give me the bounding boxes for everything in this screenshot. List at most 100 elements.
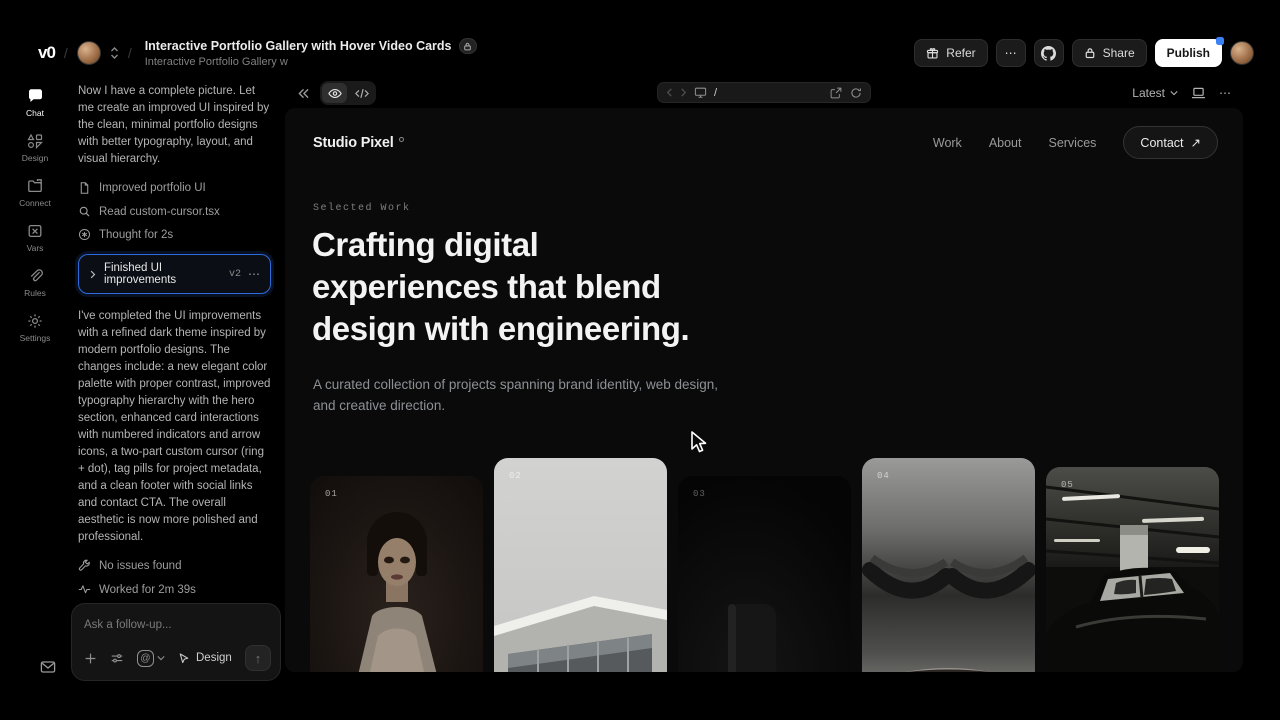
rail-label: Chat	[26, 108, 44, 118]
refer-button[interactable]: Refer	[914, 39, 987, 67]
design-mode-button[interactable]: Design	[178, 652, 232, 665]
team-avatar[interactable]	[77, 41, 101, 65]
notification-dot	[1216, 37, 1224, 45]
architecture-photo	[494, 458, 667, 672]
attach-button[interactable]	[84, 652, 97, 665]
macro-face-photo	[862, 458, 1035, 672]
github-button[interactable]	[1034, 39, 1064, 67]
brand-mark-icon	[399, 137, 404, 142]
version-menu-button[interactable]: ⋯	[248, 267, 260, 281]
open-external-button[interactable]	[830, 87, 842, 99]
settings-sliders-button[interactable]	[110, 652, 124, 665]
task-thought[interactable]: Thought for 2s	[78, 228, 271, 241]
rail-item-connect[interactable]: Connect	[0, 178, 70, 208]
portfolio-card-1[interactable]: 01	[310, 476, 483, 672]
preview-more-button[interactable]: ⋯	[1219, 86, 1231, 100]
v0-app-window: v0 / / Interactive Portfolio Gallery wit…	[0, 0, 1280, 720]
portfolio-gallery: 01 02	[310, 458, 1219, 672]
card-number: 05	[1061, 480, 1074, 490]
variable-box-icon	[27, 223, 43, 239]
v0-logo[interactable]: v0	[38, 43, 55, 63]
version-title: Finished UI improvements	[104, 262, 222, 286]
chevron-left-icon	[666, 88, 673, 97]
private-lock-badge	[459, 38, 477, 54]
portfolio-card-3[interactable]: 03	[678, 476, 851, 672]
folder-icon	[27, 178, 43, 194]
publish-button[interactable]: Publish	[1155, 39, 1222, 67]
nav-forward-button[interactable]	[680, 88, 687, 97]
project-title[interactable]: Interactive Portfolio Gallery with Hover…	[145, 39, 452, 53]
feedback-mail-button[interactable]	[40, 660, 56, 674]
card-number: 03	[693, 489, 706, 499]
preview-toolbar: / Latest ⋯	[285, 80, 1243, 106]
laptop-icon	[1191, 87, 1206, 99]
mention-source-button[interactable]: @	[137, 650, 165, 667]
site-nav: Work About Services Contact ↗	[933, 126, 1218, 159]
rail-item-design[interactable]: Design	[0, 133, 70, 163]
version-tag: v2	[229, 269, 241, 280]
task-read-custom-cursor[interactable]: Read custom-cursor.tsx	[78, 205, 271, 218]
wrench-icon	[78, 559, 91, 572]
arrow-up-right-icon: ↗	[1191, 135, 1201, 150]
card-number: 02	[509, 471, 522, 481]
sparkle-icon	[78, 228, 91, 241]
rail-item-vars[interactable]: Vars	[0, 223, 70, 253]
assistant-summary: I've completed the UI improvements with …	[78, 308, 271, 546]
version-card-finished-ui-improvements[interactable]: Finished UI improvements v2 ⋯	[78, 254, 271, 294]
sliders-icon	[110, 652, 124, 665]
code-icon	[355, 88, 369, 99]
lock-icon	[463, 42, 472, 51]
contact-button[interactable]: Contact ↗	[1123, 126, 1218, 159]
site-brand[interactable]: Studio Pixel	[313, 135, 404, 151]
site-header: Studio Pixel Work About Services Contact…	[313, 126, 1218, 159]
collapse-panel-button[interactable]	[297, 88, 310, 99]
send-button[interactable]: ↑	[245, 645, 271, 671]
portfolio-card-5[interactable]: 05	[1046, 467, 1219, 672]
external-link-icon	[830, 87, 842, 99]
rail-item-rules[interactable]: Rules	[0, 268, 70, 298]
assistant-message: Now I have a complete picture. Let me cr…	[78, 83, 271, 168]
section-eyebrow: Selected Work	[313, 203, 411, 214]
breadcrumb: v0 / / Interactive Portfolio Gallery wit…	[38, 38, 477, 68]
preview-eye-tab[interactable]	[322, 83, 347, 103]
more-options-button[interactable]: ⋯	[996, 39, 1026, 67]
preview-url-bar[interactable]: /	[657, 82, 871, 103]
nav-link-about[interactable]: About	[989, 136, 1022, 150]
project-info: Interactive Portfolio Gallery with Hover…	[145, 38, 477, 68]
team-switcher[interactable]	[110, 46, 119, 60]
activity-pulse-icon	[78, 583, 91, 596]
chevron-down-icon	[157, 655, 165, 661]
rail-label: Connect	[19, 198, 51, 208]
portfolio-card-2[interactable]: 02	[494, 458, 667, 672]
arrow-up-icon: ↑	[255, 651, 262, 666]
rail-item-settings[interactable]: Settings	[0, 313, 70, 343]
nav-link-services[interactable]: Services	[1048, 136, 1096, 150]
gift-icon	[926, 47, 939, 60]
left-rail: Chat Design Connect Vars Rules Settings	[0, 80, 70, 720]
rail-item-chat[interactable]: Chat	[0, 88, 70, 118]
followup-input[interactable]	[84, 619, 268, 631]
lock-icon	[1084, 47, 1096, 59]
at-sign-icon: @	[137, 650, 154, 667]
preview-pane: / Latest ⋯	[285, 80, 1243, 672]
user-avatar[interactable]	[1230, 41, 1254, 65]
breadcrumb-separator: /	[128, 45, 132, 61]
task-improved-portfolio-ui[interactable]: Improved portfolio UI	[78, 181, 271, 195]
share-button[interactable]: Share	[1072, 39, 1147, 67]
portfolio-card-4[interactable]: 04	[862, 458, 1035, 672]
version-select[interactable]: Latest	[1132, 86, 1178, 100]
portrait-photo	[310, 476, 483, 672]
refresh-icon	[850, 87, 862, 99]
code-tab[interactable]	[349, 83, 374, 103]
status-worked-duration: Worked for 2m 39s	[78, 583, 271, 596]
hero-heading: Crafting digital experiences that blend …	[312, 224, 689, 350]
device-toggle-button[interactable]	[1191, 87, 1206, 99]
nav-link-work[interactable]: Work	[933, 136, 962, 150]
ellipsis-icon: ⋯	[1005, 46, 1017, 60]
chevron-up-down-icon	[110, 46, 119, 60]
nav-back-button[interactable]	[666, 88, 673, 97]
rail-label: Design	[22, 153, 48, 163]
refresh-button[interactable]	[850, 87, 862, 99]
paperclip-icon	[27, 268, 43, 284]
rail-label: Vars	[27, 243, 44, 253]
